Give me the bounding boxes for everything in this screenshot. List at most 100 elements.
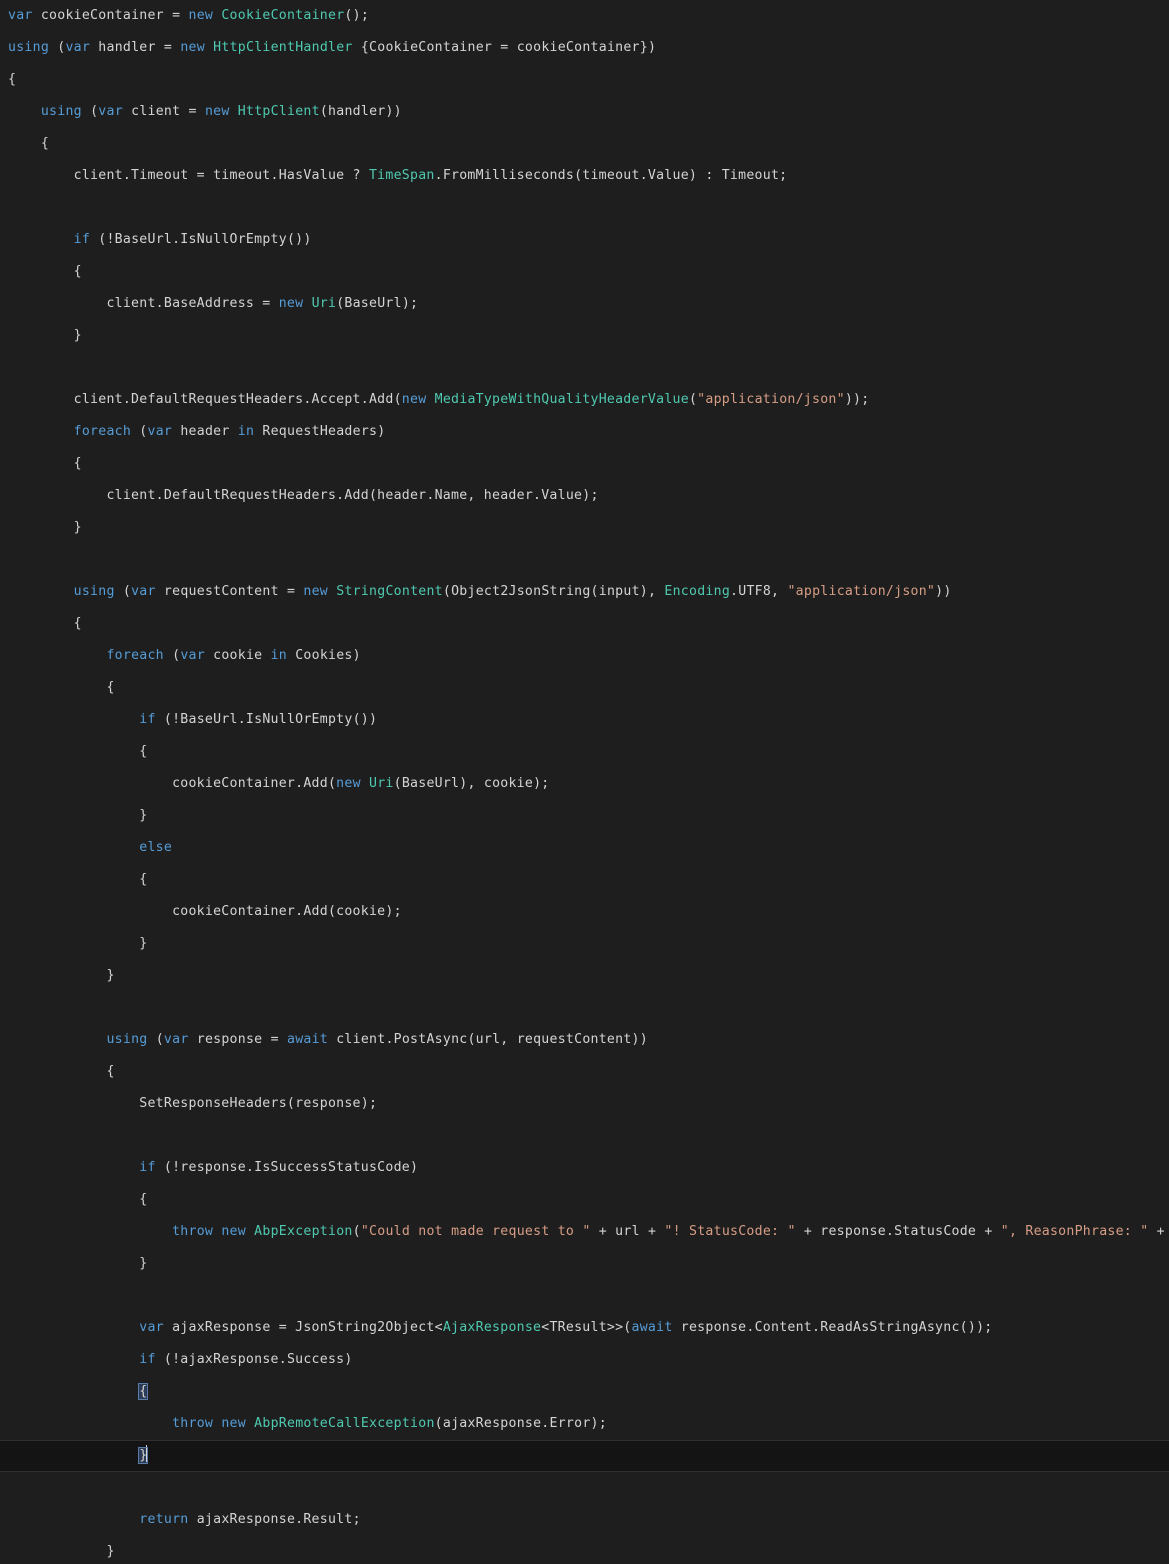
code-line[interactable]: { xyxy=(0,128,1169,160)
code-token-plain: response.Content.ReadAsStringAsync()); xyxy=(672,1320,993,1335)
code-token-plain: { xyxy=(8,1064,115,1079)
code-editor[interactable]: var cookieContainer = new CookieContaine… xyxy=(0,0,1169,1559)
code-line[interactable]: client.BaseAddress = new Uri(BaseUrl); xyxy=(0,288,1169,320)
code-line[interactable]: } xyxy=(0,960,1169,992)
code-line[interactable]: cookieContainer.Add(cookie); xyxy=(0,896,1169,928)
code-line[interactable]: if (!response.IsSuccessStatusCode) xyxy=(0,1152,1169,1184)
code-line[interactable]: client.Timeout = timeout.HasValue ? Time… xyxy=(0,160,1169,192)
code-token-plain: client.Timeout = timeout.HasValue ? xyxy=(8,168,369,183)
code-token-plain: ( xyxy=(114,584,132,599)
code-token-kw: var xyxy=(163,1032,189,1047)
code-line[interactable]: using (var response = await client.PostA… xyxy=(0,1024,1169,1056)
code-token-plain: client.DefaultRequestHeaders.Add(header.… xyxy=(8,488,599,503)
code-line[interactable]: } xyxy=(0,1248,1169,1280)
code-token-plain: (!BaseUrl.IsNullOrEmpty()) xyxy=(155,712,378,727)
code-token-kw: new xyxy=(336,776,361,791)
code-line[interactable]: { xyxy=(0,256,1169,288)
code-token-kw: await xyxy=(286,1032,329,1047)
code-token-type: TimeSpan xyxy=(368,168,435,183)
code-token-plain: cookieContainer.Add( xyxy=(8,776,337,791)
code-line[interactable]: } xyxy=(0,800,1169,832)
code-line[interactable]: var ajaxResponse = JsonString2Object<Aja… xyxy=(0,1312,1169,1344)
code-line[interactable]: } xyxy=(0,928,1169,960)
code-line[interactable] xyxy=(0,544,1169,576)
code-line[interactable]: cookieContainer.Add(new Uri(BaseUrl), co… xyxy=(0,768,1169,800)
code-line[interactable] xyxy=(0,992,1169,1024)
code-line[interactable] xyxy=(0,1120,1169,1152)
code-line[interactable]: } xyxy=(0,512,1169,544)
code-line[interactable]: if (!BaseUrl.IsNullOrEmpty()) xyxy=(0,704,1169,736)
code-line[interactable]: { xyxy=(0,64,1169,96)
code-token-type: CookieContainer xyxy=(221,8,345,23)
code-token-plain: { xyxy=(8,680,115,695)
code-line[interactable]: using (var client = new HttpClient(handl… xyxy=(0,96,1169,128)
code-token-kw: var xyxy=(98,104,123,119)
code-line[interactable] xyxy=(0,1472,1169,1504)
code-token-str: "! StatusCode: " xyxy=(664,1224,796,1239)
code-line[interactable]: } xyxy=(0,1536,1169,1564)
code-line[interactable]: throw new AbpRemoteCallException(ajaxRes… xyxy=(0,1408,1169,1440)
code-line[interactable]: { xyxy=(0,736,1169,768)
code-token-kw: using xyxy=(73,584,115,599)
code-line[interactable]: } xyxy=(0,320,1169,352)
code-token-kw: new xyxy=(303,584,329,599)
code-line[interactable]: using (var handler = new HttpClientHandl… xyxy=(0,32,1169,64)
code-token-kw: var xyxy=(8,8,33,23)
code-line[interactable] xyxy=(0,352,1169,384)
code-line[interactable]: { xyxy=(0,1376,1169,1408)
code-token-plain: ( xyxy=(688,392,698,407)
code-token-plain: } xyxy=(8,1256,148,1271)
code-token-plain: (); xyxy=(344,8,370,23)
code-token-plain: cookieContainer.Add(cookie); xyxy=(8,904,402,919)
code-token-kw: new xyxy=(188,8,214,23)
code-line[interactable]: if (!BaseUrl.IsNullOrEmpty()) xyxy=(0,224,1169,256)
code-line[interactable]: if (!ajaxResponse.Success) xyxy=(0,1344,1169,1376)
code-line[interactable]: foreach (var header in RequestHeaders) xyxy=(0,416,1169,448)
code-line[interactable] xyxy=(0,1280,1169,1312)
code-token-plain: SetResponseHeaders(response); xyxy=(8,1096,378,1111)
code-line[interactable]: var cookieContainer = new CookieContaine… xyxy=(0,0,1169,32)
code-token-kw: throw xyxy=(172,1416,214,1431)
code-token-plain: RequestHeaders) xyxy=(254,424,386,439)
code-line[interactable]: { xyxy=(0,448,1169,480)
code-line[interactable]: } xyxy=(0,1440,1169,1472)
code-line[interactable]: { xyxy=(0,1184,1169,1216)
code-token-plain: { xyxy=(8,264,82,279)
code-token-plain: handler = xyxy=(90,40,181,55)
code-line[interactable]: else xyxy=(0,832,1169,864)
code-token-plain: } xyxy=(8,328,82,343)
code-token-plain: ajaxResponse = JsonString2Object< xyxy=(163,1320,443,1335)
code-line[interactable]: { xyxy=(0,608,1169,640)
code-line[interactable] xyxy=(0,192,1169,224)
code-line[interactable]: { xyxy=(0,1056,1169,1088)
code-token-kw: new xyxy=(221,1224,246,1239)
code-line[interactable]: client.DefaultRequestHeaders.Accept.Add(… xyxy=(0,384,1169,416)
code-line[interactable]: using (var requestContent = new StringCo… xyxy=(0,576,1169,608)
code-line[interactable]: SetResponseHeaders(response); xyxy=(0,1088,1169,1120)
code-line[interactable]: foreach (var cookie in Cookies) xyxy=(0,640,1169,672)
code-token-plain: } xyxy=(8,968,115,983)
code-token-kw: var xyxy=(65,40,91,55)
code-token-plain: <TResult>>( xyxy=(541,1320,632,1335)
code-line[interactable]: client.DefaultRequestHeaders.Add(header.… xyxy=(0,480,1169,512)
code-line[interactable]: { xyxy=(0,864,1169,896)
code-token-kw: new xyxy=(180,40,205,55)
code-line[interactable]: { xyxy=(0,672,1169,704)
code-token-plain: requestContent = xyxy=(155,584,304,599)
code-token-plain: + url + xyxy=(590,1224,665,1239)
code-token-kw: new xyxy=(204,104,230,119)
code-token-kw: if xyxy=(73,232,91,247)
code-token-plain: { xyxy=(8,136,50,151)
code-line[interactable]: throw new AbpException("Could not made r… xyxy=(0,1216,1169,1248)
code-line[interactable]: return ajaxResponse.Result; xyxy=(0,1504,1169,1536)
code-token-str: "application/json" xyxy=(787,584,936,599)
